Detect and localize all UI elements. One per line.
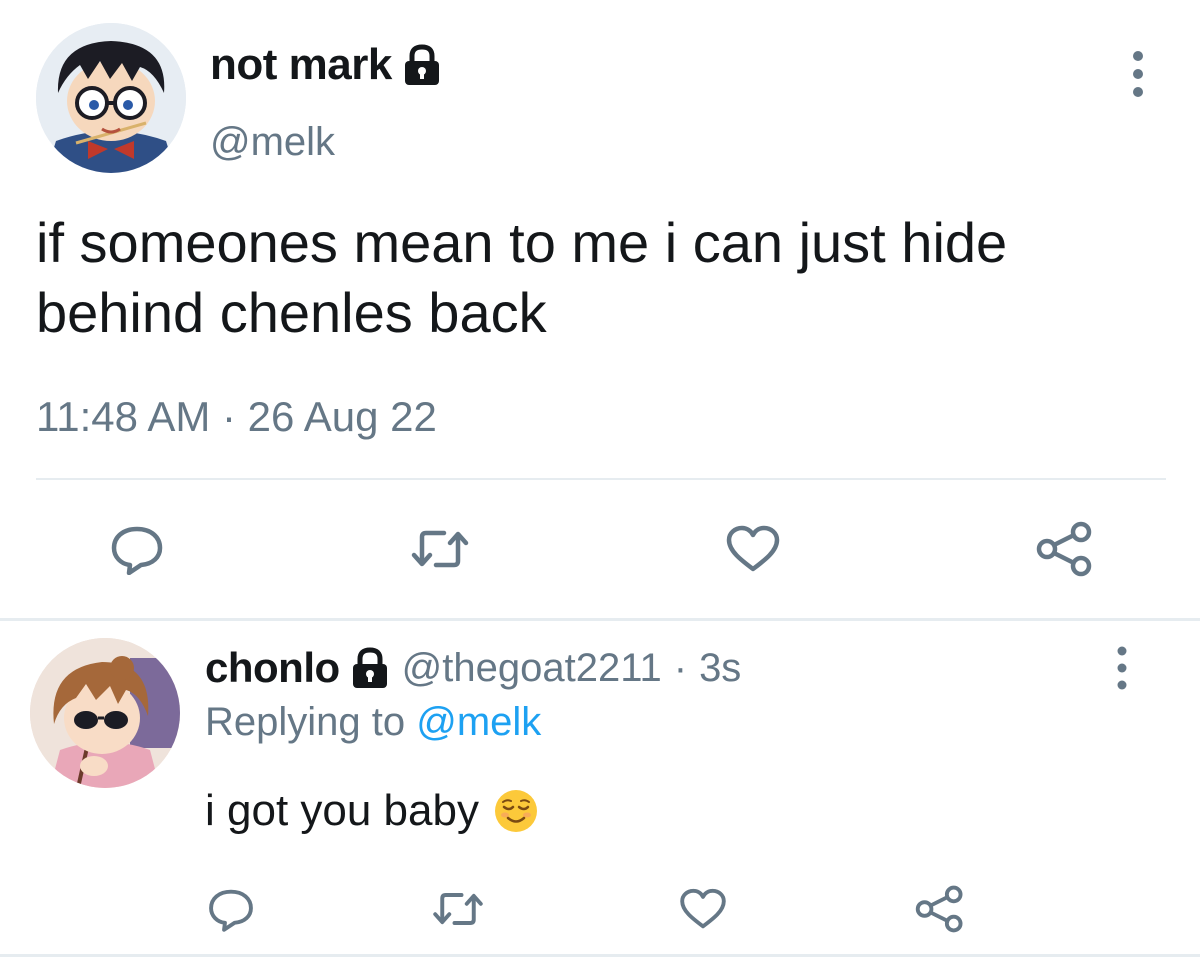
lock-icon (402, 44, 442, 86)
reply-age[interactable]: 3s (699, 646, 741, 691)
reply-handle[interactable]: @thegoat2211 (402, 646, 662, 691)
relieved-face-emoji (493, 788, 539, 834)
lock-icon (350, 647, 390, 689)
divider (36, 478, 1166, 480)
separator-dot: · (673, 645, 688, 690)
reply-icon[interactable] (196, 879, 266, 939)
divider (0, 618, 1200, 621)
like-icon[interactable] (668, 879, 738, 939)
replying-to-mention[interactable]: @melk (416, 700, 541, 744)
main-handle[interactable]: @melk (210, 120, 335, 165)
share-icon[interactable] (1030, 519, 1100, 579)
reply-icon[interactable] (102, 519, 172, 579)
share-icon[interactable] (905, 879, 975, 939)
main-display-name[interactable]: not mark (210, 40, 392, 90)
main-tweet-text: if someones mean to me i can just hide b… (36, 211, 1008, 344)
reply-tweet-text: i got you baby (205, 786, 479, 835)
reply-tweet-text-row: i got you baby (205, 786, 539, 836)
retweet-icon[interactable] (405, 519, 475, 579)
main-timestamp[interactable]: 11:48 AM · 26 Aug 22 (36, 393, 437, 441)
divider (0, 954, 1200, 957)
retweet-icon[interactable] (423, 879, 493, 939)
reply-header: chonlo @thegoat2211 · 3s (205, 640, 741, 696)
avatar-not-mark[interactable] (36, 23, 186, 173)
like-icon[interactable] (718, 519, 788, 579)
more-vertical-icon[interactable] (1102, 642, 1142, 694)
avatar-chonlo[interactable] (30, 638, 180, 788)
reply-display-name[interactable]: chonlo (205, 644, 340, 692)
main-display-name-row: not mark (210, 40, 442, 90)
avatar-image (36, 23, 186, 173)
more-vertical-icon[interactable] (1118, 46, 1158, 102)
replying-to-label: Replying to (205, 700, 406, 744)
replying-to-line: Replying to @melk (205, 700, 541, 745)
avatar-image (30, 638, 180, 788)
